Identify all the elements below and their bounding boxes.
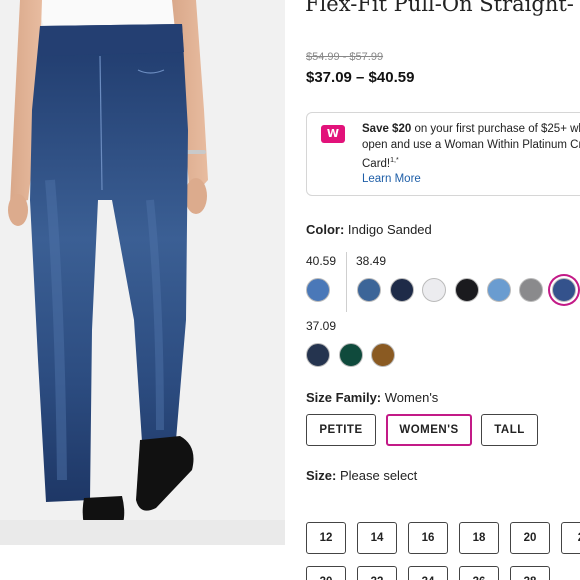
size-button-36[interactable]: 36 [459,566,499,580]
jeans-photo-illustration [0,0,285,545]
size-button-14[interactable]: 14 [357,522,397,554]
color-swatch-white[interactable] [422,278,446,302]
color-value: Indigo Sanded [347,222,432,237]
size-button-2[interactable]: 2 [561,522,580,554]
size-button-12[interactable]: 12 [306,522,346,554]
original-price: $54.99 - $57.99 [306,51,384,63]
promo-bold: Save $20 [362,123,412,135]
size-button-38[interactable]: 38 [510,566,550,580]
promo-footnote: 1,* [390,157,399,164]
color-label: Color: Indigo Sanded [306,222,432,237]
size-label: Size: Please select [306,468,417,483]
color-swatch-black[interactable] [455,278,479,302]
color-swatch-emerald[interactable] [339,343,363,367]
size-button-18[interactable]: 18 [459,522,499,554]
size-label-key: Size: [306,468,337,483]
color-swatch-light-blue-denim[interactable] [306,278,330,302]
promo-line1: on your first purchase of $25+ wh [411,123,580,135]
size-family-label: Size Family: Women's [306,390,438,405]
color-label-key: Color: [306,222,345,237]
size-family-petite-button[interactable]: PETITE [306,414,376,446]
color-swatch-gray[interactable] [519,278,543,302]
promo-text: Save $20 on your first purchase of $25+ … [362,121,580,172]
size-button-16[interactable]: 16 [408,522,448,554]
size-button-32[interactable]: 32 [357,566,397,580]
color-swatch-medium-denim[interactable] [357,278,381,302]
color-swatch-brown[interactable] [371,343,395,367]
size-family-value: Women's [384,390,439,405]
price-group-label-1: 40.59 [306,254,337,268]
learn-more-link[interactable]: Learn More [362,173,421,185]
product-title: Flex-Fit Pull-On Straight- [305,0,574,16]
woman-within-card-icon: W [321,125,345,143]
sale-price: $37.09 – $40.59 [306,69,415,86]
credit-card-promo: W Save $20 on your first purchase of $25… [306,112,580,196]
size-family-womens-button[interactable]: WOMEN'S [386,414,472,446]
color-swatch-light-wash[interactable] [487,278,511,302]
size-button-20[interactable]: 20 [510,522,550,554]
size-value: Please select [339,468,418,483]
promo-line2: open and use a Woman Within Platinum Cre… [362,139,580,151]
color-swatch-indigo-sanded[interactable] [552,278,576,302]
product-image[interactable] [0,0,285,545]
promo-line3: Card! [362,157,391,170]
color-swatch-navy[interactable] [390,278,414,302]
size-button-34[interactable]: 34 [408,566,448,580]
price-group-divider [346,252,347,312]
size-family-label-key: Size Family: [306,390,382,405]
size-family-tall-button[interactable]: TALL [481,414,538,446]
price-group-label-3: 37.09 [306,319,337,333]
price-group-label-2: 38.49 [356,254,387,268]
size-button-30[interactable]: 30 [306,566,346,580]
color-swatch-dark-navy[interactable] [306,343,330,367]
